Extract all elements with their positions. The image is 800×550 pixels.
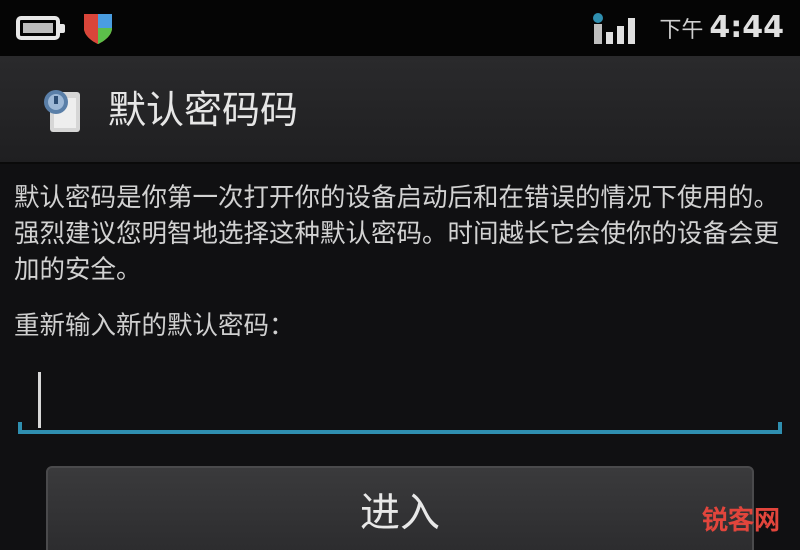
password-prompt-label: 重新输入新的默认密码： [14,311,295,341]
signal-bars-icon [593,13,635,44]
dialog-title-bar: 默认密码码 [0,56,800,164]
dialog-description: 默认密码是你第一次打开你的设备启动后和在错误的情况下使用的。强烈建议您明智地选择… [14,183,780,285]
screen: 下午 4:44 默认密码码 默认密码是你第一次打开你的设备启动后和在错误的情况下使… [0,0,800,550]
battery-icon [16,16,65,40]
clock-ampm: 下午 [659,18,704,43]
watermark: 锐客网 [701,506,780,536]
input-right-tick [778,422,782,434]
dialog-title: 默认密码码 [108,88,299,132]
clock: 下午 4:44 [659,6,784,50]
shield-app-icon[interactable] [80,10,116,46]
battery-level [23,23,53,33]
enter-button[interactable]: 进入 [46,466,754,550]
input-left-tick [18,422,22,434]
lock-document-icon [44,90,80,132]
status-bar: 下午 4:44 [0,0,800,56]
password-input[interactable] [18,362,782,440]
text-cursor [38,372,41,428]
clock-time: 4:44 [709,10,784,45]
input-underline [18,430,782,434]
